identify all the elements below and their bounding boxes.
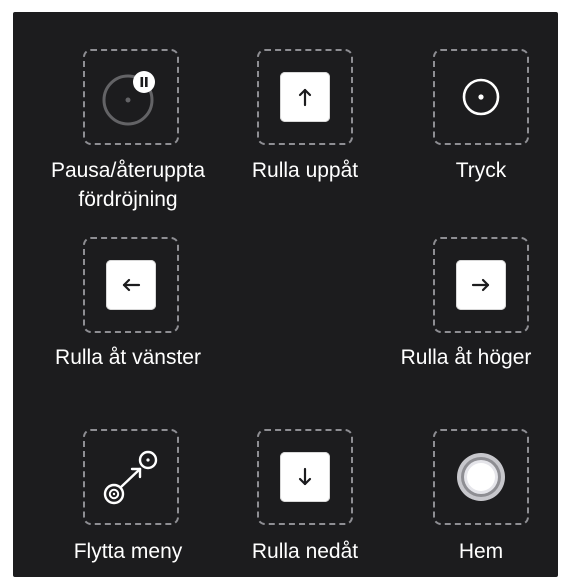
move-menu-tile[interactable] [83, 429, 179, 525]
scroll-right-keycap [456, 260, 506, 310]
scroll-down-tile[interactable] [257, 429, 353, 525]
pause-dwell-icon [102, 71, 155, 126]
scroll-up-keycap [280, 72, 330, 122]
arrow-left-icon [122, 278, 141, 292]
arrow-right-icon [471, 278, 490, 292]
tap-tile[interactable] [433, 49, 529, 145]
pause-dwell-tile[interactable] [83, 49, 179, 145]
home-button-icon [457, 453, 505, 501]
scroll-left-keycap [106, 260, 156, 310]
assistive-touch-menu: Pausa/återuppta fördröjning Rulla uppåt … [13, 12, 558, 577]
arrow-down-icon [298, 467, 312, 486]
move-menu-icon [103, 450, 158, 505]
scroll-right-label: Rulla åt höger [400, 346, 532, 369]
home-tile[interactable] [433, 429, 529, 525]
scroll-down-keycap [280, 452, 330, 502]
tap-label: Tryck [455, 159, 507, 182]
scroll-up-tile[interactable] [257, 49, 353, 145]
scroll-left-tile[interactable] [83, 237, 179, 333]
scroll-right-tile[interactable] [433, 237, 529, 333]
pause-dwell-label-line2: fördröjning [78, 188, 178, 211]
home-label: Hem [458, 540, 504, 563]
arrow-up-icon [298, 88, 312, 107]
scroll-left-label: Rulla åt vänster [55, 346, 201, 369]
tap-icon [462, 78, 500, 116]
